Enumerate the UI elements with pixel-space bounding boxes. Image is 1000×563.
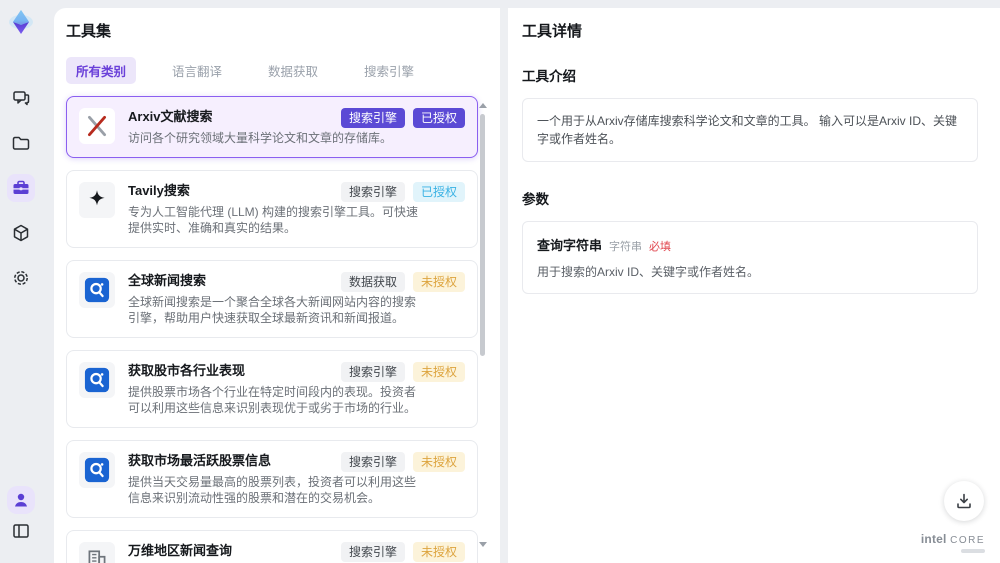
auth-status-tag: 未授权 [412,272,465,292]
tool-list-item[interactable]: Arxiv文献搜索 访问各个研究领域大量科学论文和文章的存储库。 搜索引擎 已授… [66,96,478,158]
tool-list-panel: 工具集 所有类别 语言翻译 数据获取 搜索引擎 Arxiv文献搜索 访问各个研究领域大… [54,8,500,563]
auth-status-tag: 未授权 [412,362,465,382]
auth-status-tag: 已授权 [412,108,465,128]
blue-search-icon [79,452,115,488]
folder-icon[interactable] [7,129,35,157]
user-icon[interactable] [7,486,35,514]
cube-icon[interactable] [7,219,35,247]
tab-category[interactable]: 数据获取 [258,57,328,84]
auth-status-tag: 未授权 [412,452,465,472]
category-tag: 搜索引擎 [340,542,405,562]
tool-detail-panel: 工具详情 工具介绍 一个用于从Arxiv存储库搜索科学论文和文章的工具。 输入可… [508,8,1000,563]
intro-text: 一个用于从Arxiv存储库搜索科学论文和文章的工具。 输入可以是Arxiv ID… [537,114,958,146]
tool-list-item[interactable]: 获取市场最活跃股票信息 提供当天交易量最高的股票列表，投资者可以利用这些信息来识… [66,440,478,518]
category-tag: 搜索引擎 [340,362,405,382]
building-icon [79,542,115,563]
category-tag: 搜索引擎 [340,108,405,128]
tool-list-item[interactable]: Tavily搜索 专为人工智能代理 (LLM) 构建的搜索引擎工具。可快速提供实… [66,170,478,248]
intel-core-logo: intel core [921,532,985,553]
gear-icon[interactable] [7,264,35,292]
chat-icon[interactable] [7,84,35,112]
category-tag: 数据获取 [340,272,405,292]
blue-search-icon [79,272,115,308]
tool-description: 访问各个研究领域大量科学论文和文章的存储库。 [128,131,393,145]
brand-core: core [950,535,985,546]
param-name: 查询字符串 [537,238,603,253]
brand-intel: intel [920,532,947,546]
tool-description: 全球新闻搜索是一个聚合全球各大新闻网站内容的搜索引擎，帮助用户快速获取全球最新资… [128,295,417,325]
auth-status-tag: 已授权 [412,182,465,202]
param-type: 字符串 [609,241,643,253]
tab-category[interactable]: 搜索引擎 [354,57,424,84]
tab-active[interactable]: 所有类别 [66,57,137,84]
param-card: 查询字符串 字符串 必填 用于搜索的Arxiv ID、关键字或作者姓名。 [522,221,978,294]
scrollbar-thumb[interactable] [480,114,485,356]
download-icon [954,491,974,511]
toolbox-icon[interactable] [7,174,35,202]
download-button[interactable] [944,481,984,521]
page-title: 工具集 [66,23,112,40]
auth-status-tag: 未授权 [412,542,465,562]
arxiv-icon [79,108,115,144]
panel-toggle-icon[interactable] [7,517,35,545]
tool-list: Arxiv文献搜索 访问各个研究领域大量科学论文和文章的存储库。 搜索引擎 已授… [66,96,478,563]
tool-description: 专为人工智能代理 (LLM) 构建的搜索引擎工具。可快速提供实时、准确和真实的结… [128,205,419,235]
app-logo [7,8,35,36]
category-tag: 搜索引擎 [340,452,405,472]
tab-category[interactable]: 语言翻译 [162,57,232,84]
tool-list-item[interactable]: 万维地区新闻查询 查询具体行政区划内的新闻，快速了解各地新闻动 搜索引擎 未授权 [66,530,478,563]
params-heading: 参数 [522,192,549,207]
scroll-down-arrow[interactable] [479,542,487,547]
tool-list-item[interactable]: 全球新闻搜索 全球新闻搜索是一个聚合全球各大新闻网站内容的搜索引擎，帮助用户快速… [66,260,478,338]
category-tabs: 所有类别 语言翻译 数据获取 搜索引擎 [66,57,500,84]
sparkle-icon [79,182,115,218]
sidebar-rail [0,0,42,563]
panel-divider [500,8,508,563]
tool-list-item[interactable]: 获取股市各行业表现 提供股票市场各个行业在特定时间段内的表现。投资者可以利用这些… [66,350,478,428]
param-required-badge: 必填 [649,241,672,253]
category-tag: 搜索引擎 [340,182,405,202]
intro-heading: 工具介绍 [522,69,576,84]
intro-card: 一个用于从Arxiv存储库搜索科学论文和文章的工具。 输入可以是Arxiv ID… [522,98,978,162]
param-description: 用于搜索的Arxiv ID、关键字或作者姓名。 [537,265,760,279]
brand-badge [961,549,985,553]
main-content: 工具集 所有类别 语言翻译 数据获取 搜索引擎 Arxiv文献搜索 访问各个研究领域大… [54,8,1000,563]
tool-description: 提供股票市场各个行业在特定时间段内的表现。投资者可以利用这些信息来识别表现优于或… [128,385,417,415]
tool-description: 提供当天交易量最高的股票列表，投资者可以利用这些信息来识别流动性强的股票和潜在的… [128,475,417,505]
detail-title: 工具详情 [522,23,583,40]
scroll-up-arrow[interactable] [479,103,487,108]
blue-search-icon [79,362,115,398]
